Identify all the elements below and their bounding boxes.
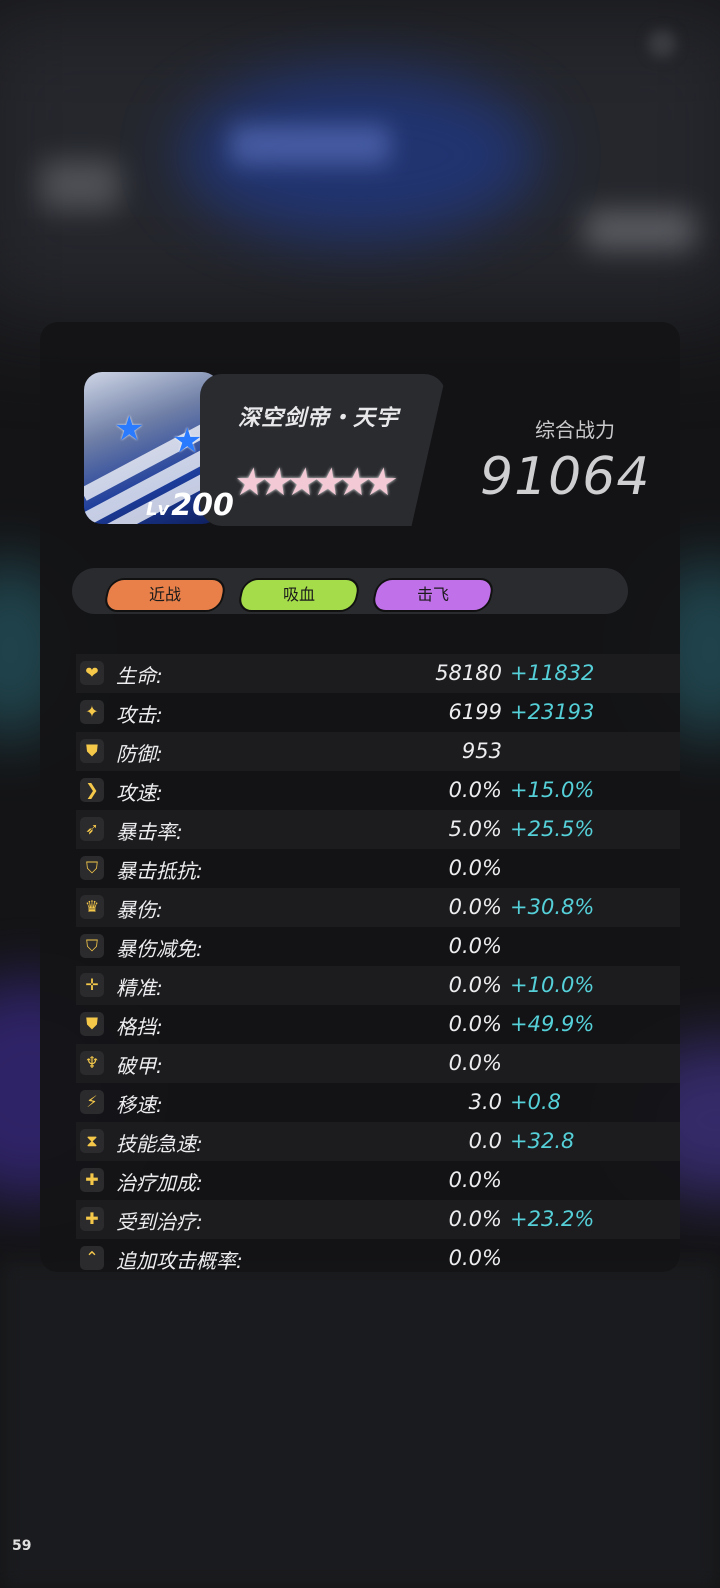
stat-value: 5.0% [448, 817, 502, 841]
stat-label: 精准: [116, 976, 163, 1000]
stat-row: ✛ 精准: 0.0% +10.0% [76, 966, 680, 1005]
stat-label: 技能急速: [116, 1132, 203, 1156]
crit-shield-icon: ⛉ [80, 856, 104, 880]
level-prefix: Lv [146, 499, 170, 520]
stat-bonus: +25.5% [510, 817, 595, 841]
fps-counter: 59 [12, 1538, 32, 1554]
crosshair-icon: ✛ [80, 973, 104, 997]
feather-icon: ➶ [80, 817, 104, 841]
stat-row: ⛊ 格挡: 0.0% +49.9% [76, 1005, 680, 1044]
crit-reduce-shield-icon: ⛉ [80, 934, 104, 958]
stat-label: 暴击抵抗: [116, 859, 203, 883]
stat-label: 暴伤减免: [116, 937, 203, 961]
power-value: 91064 [480, 447, 651, 507]
block-shield-icon: ⛊ [80, 1012, 104, 1036]
heart-icon: ❤ [80, 661, 104, 685]
stat-value: 0.0% [448, 934, 502, 958]
healing-cross-icon: ✚ [80, 1168, 104, 1192]
crown-icon: ♛ [80, 895, 104, 919]
stat-bonus: +49.9% [510, 1012, 595, 1036]
tag-lifesteal: 吸血 [236, 578, 362, 612]
stat-row: ⛉ 暴伤减免: 0.0% [76, 927, 680, 966]
sparkle-icon: ✦ [80, 700, 104, 724]
stat-row: ⌃ 追加攻击概率: 0.0% [76, 1239, 680, 1272]
stat-value: 0.0% [448, 856, 502, 880]
stat-value: 0.0% [448, 1012, 502, 1036]
stat-value: 953 [461, 739, 502, 763]
stat-label: 攻击: [116, 703, 163, 727]
extra-attack-icon: ⌃ [80, 1246, 104, 1270]
avatar-star-icon: ★ [114, 409, 145, 449]
stat-label: 暴伤: [116, 898, 163, 922]
level-number: 200 [171, 488, 234, 523]
stat-value: 0.0% [448, 778, 502, 802]
stat-label: 移速: [116, 1093, 163, 1117]
stat-row: ⚡ 移速: 3.0 +0.8 [76, 1083, 680, 1122]
stat-row: ❯ 攻速: 0.0% +15.0% [76, 771, 680, 810]
stat-label: 暴击率: [116, 820, 183, 844]
stat-bonus: +32.8 [510, 1129, 575, 1153]
stat-row: ➶ 暴击率: 5.0% +25.5% [76, 810, 680, 849]
stat-label: 生命: [116, 664, 163, 688]
stat-row: ⛊ 防御: 953 [76, 732, 680, 771]
stat-bonus: +10.0% [510, 973, 595, 997]
stat-value: 0.0% [448, 1051, 502, 1075]
stat-label: 防御: [116, 742, 163, 766]
hero-stats-panel: ★ ★ 深空剑帝・天宇 ★ ★ ★ ★ ★ ★ Lv200 综合战力 91064 近战 吸… [40, 322, 680, 1272]
stat-row: ❤ 生命: 58180 +11832 [76, 654, 680, 693]
hourglass-icon: ⧗ [80, 1129, 104, 1153]
stat-label: 格挡: [116, 1015, 163, 1039]
stat-value: 0.0% [448, 1207, 502, 1231]
power-label: 综合战力 [535, 418, 615, 442]
stat-value: 0.0 [468, 1129, 502, 1153]
close-icon[interactable] [648, 30, 676, 58]
tag-knockup: 击飞 [370, 578, 496, 612]
stat-row: ♛ 暴伤: 0.0% +30.8% [76, 888, 680, 927]
tag-melee: 近战 [102, 578, 228, 612]
stat-row: ♆ 破甲: 0.0% [76, 1044, 680, 1083]
chevron-right-icon: ❯ [80, 778, 104, 802]
stat-bonus: +15.0% [510, 778, 595, 802]
hero-name: 深空剑帝・天宇 [238, 406, 400, 431]
stat-value: 6199 [448, 700, 502, 724]
stat-label: 破甲: [116, 1054, 163, 1078]
stat-row: ✚ 受到治疗: 0.0% +23.2% [76, 1200, 680, 1239]
stats-list[interactable]: ❤ 生命: 58180 +11832 ✦ 攻击: 6199 +23193 ⛊ 防御: 953 ❯ 攻速:… [76, 654, 680, 1272]
shield-icon: ⛊ [80, 739, 104, 763]
stat-value: 0.0% [448, 895, 502, 919]
stat-row: ✦ 攻击: 6199 +23193 [76, 693, 680, 732]
avatar-star-icon: ★ [172, 421, 203, 461]
stat-label: 攻速: [116, 781, 163, 805]
star-rating: ★ ★ ★ ★ ★ ★ [230, 460, 402, 504]
received-healing-icon: ✚ [80, 1207, 104, 1231]
armor-break-icon: ♆ [80, 1051, 104, 1075]
stat-bonus: +23.2% [510, 1207, 595, 1231]
stat-bonus: +23193 [510, 700, 595, 724]
stat-bonus: +11832 [510, 661, 595, 685]
stat-row: ⧗ 技能急速: 0.0 +32.8 [76, 1122, 680, 1161]
stat-bonus: +0.8 [510, 1090, 561, 1114]
hero-level: Lv200 [146, 488, 234, 523]
stat-value: 0.0% [448, 1246, 502, 1270]
stat-value: 3.0 [468, 1090, 502, 1114]
stat-row: ⛉ 暴击抵抗: 0.0% [76, 849, 680, 888]
stat-value: 0.0% [448, 973, 502, 997]
stat-value: 0.0% [448, 1168, 502, 1192]
stat-row: ✚ 治疗加成: 0.0% [76, 1161, 680, 1200]
stat-label: 受到治疗: [116, 1210, 203, 1234]
stat-label: 治疗加成: [116, 1171, 203, 1195]
stat-label: 追加攻击概率: [116, 1249, 243, 1272]
lightning-icon: ⚡ [80, 1090, 104, 1114]
stat-value: 58180 [435, 661, 502, 685]
stat-bonus: +30.8% [510, 895, 595, 919]
